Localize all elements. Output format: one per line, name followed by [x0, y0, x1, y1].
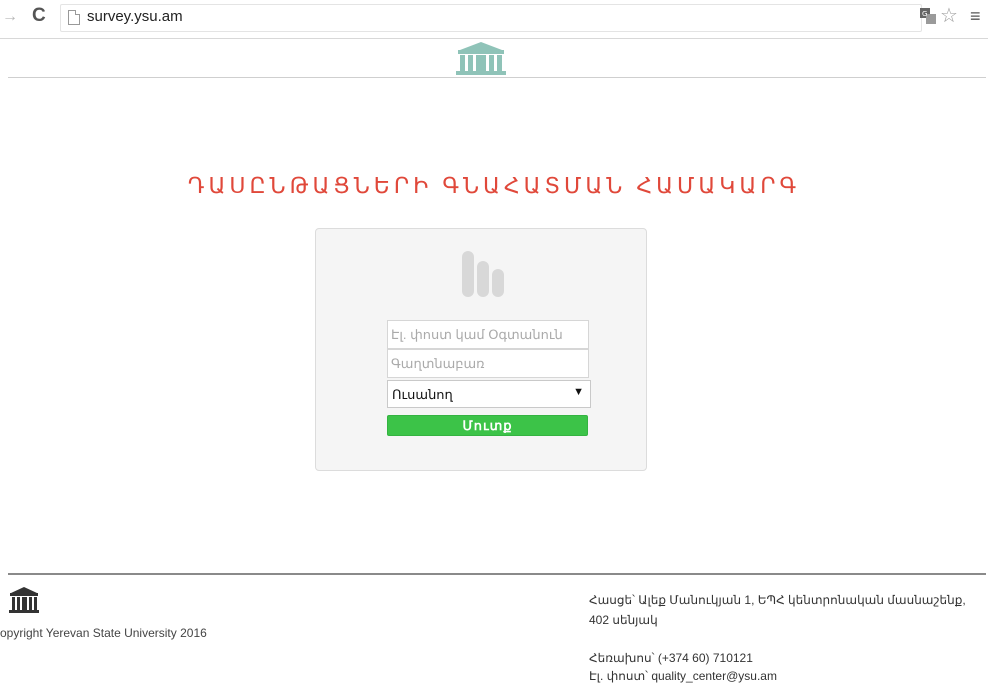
url-text[interactable]: survey.ysu.am [87, 8, 183, 25]
password-input[interactable] [387, 349, 589, 378]
email-text: Էլ. փոստ՝ quality_center@ysu.am [589, 669, 777, 683]
login-button[interactable]: Մուտք [387, 415, 588, 436]
login-panel: Ուսանող ▼ Մուտք [315, 228, 647, 471]
browser-toolbar: → C survey.ysu.am G ☆ ≡ [0, 0, 988, 39]
reload-icon[interactable]: C [32, 5, 46, 27]
address-line-2: 402 սենյակ [589, 613, 658, 627]
menu-icon[interactable]: ≡ [970, 6, 981, 27]
role-select[interactable]: Ուսանող ▼ [387, 380, 591, 408]
footer-divider [8, 573, 986, 575]
address-bar[interactable]: survey.ysu.am [60, 4, 922, 32]
forward-icon[interactable]: → [2, 8, 18, 26]
star-icon[interactable]: ☆ [940, 3, 958, 28]
svg-text:G: G [922, 10, 927, 18]
role-select-value: Ուսանող [392, 387, 453, 402]
chevron-down-icon: ▼ [573, 386, 584, 398]
phone-text: Հեռախոս՝ (+374 60) 710121 [589, 651, 753, 665]
footer-university-logo-icon [9, 587, 39, 613]
translate-icon[interactable]: G [920, 8, 936, 24]
email-input[interactable] [387, 320, 589, 349]
copyright-text: opyright Yerevan State University 2016 [0, 626, 207, 640]
page-icon [68, 10, 80, 25]
page-title: ԴԱՍԸՆԹԱՑՆԵՐԻ ԳՆԱՀԱՏՄԱՆ ՀԱՄԱԿԱՐԳ [187, 172, 801, 198]
university-logo-icon[interactable] [454, 40, 508, 76]
header-divider [8, 77, 986, 78]
address-line-1: Հասցե՝ Ալեք Մանուկյան 1, ԵՊՀ կենտրոնական… [589, 593, 966, 607]
survey-bars-icon [462, 251, 504, 297]
